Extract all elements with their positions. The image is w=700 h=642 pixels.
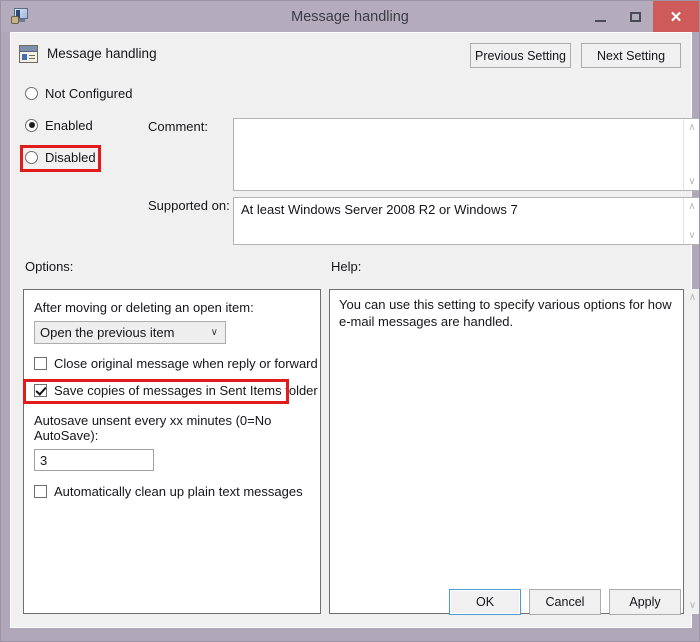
policy-setting-icon [19, 45, 38, 63]
radio-disabled[interactable]: Disabled [19, 147, 149, 167]
autosave-value: 3 [40, 452, 48, 468]
radio-enabled-icon [25, 118, 38, 132]
checkbox-save-copies-icon [34, 384, 47, 397]
autosave-label: Autosave unsent every xx minutes (0=No A… [34, 413, 272, 443]
setting-title: Message handling [47, 46, 157, 61]
autosave-input[interactable]: 3 [34, 449, 154, 471]
window-icon [9, 6, 31, 28]
help-label: Help: [331, 259, 362, 274]
maximize-icon [630, 11, 641, 22]
supported-on-textbox: At least Windows Server 2008 R2 or Windo… [233, 197, 700, 245]
help-scrollbar[interactable]: ∧ ∨ [684, 289, 699, 614]
apply-button[interactable]: Apply [609, 589, 681, 615]
after-move-delete-dropdown[interactable]: Open the previous item ∨ [34, 321, 226, 344]
supported-on-value: At least Windows Server 2008 R2 or Windo… [241, 202, 518, 217]
radio-not-configured-icon [25, 86, 38, 100]
message-handling-window: Message handling ✕ Message handling Prev… [0, 0, 700, 642]
radio-disabled-label: Disabled [45, 149, 96, 165]
radio-not-configured[interactable]: Not Configured [19, 83, 149, 103]
checkbox-save-copies-label: Save copies of messages in Sent Items fo… [54, 383, 318, 398]
supported-on-label: Supported on: [148, 198, 230, 213]
dialog-header: Message handling Previous Setting Next S… [11, 33, 691, 77]
checkbox-clean-plain-text[interactable]: Automatically clean up plain text messag… [34, 481, 310, 502]
scroll-down-icon[interactable]: ∨ [684, 227, 700, 244]
checkbox-close-original-icon [34, 357, 47, 370]
dialog-body: Message handling Previous Setting Next S… [10, 32, 699, 628]
scroll-up-icon[interactable]: ∧ [684, 119, 700, 136]
comment-textbox[interactable]: ∧ ∨ [233, 118, 700, 191]
ok-button[interactable]: OK [449, 589, 521, 615]
dropdown-value: Open the previous item [40, 325, 175, 340]
scroll-up-icon[interactable]: ∧ [684, 289, 699, 306]
radio-enabled[interactable]: Enabled [19, 115, 149, 135]
comment-label: Comment: [148, 119, 208, 134]
cancel-button[interactable]: Cancel [529, 589, 601, 615]
checkbox-clean-plain-text-icon [34, 485, 47, 498]
minimize-button[interactable] [583, 1, 618, 32]
checkbox-clean-plain-text-label: Automatically clean up plain text messag… [54, 484, 303, 499]
chevron-down-icon: ∨ [210, 327, 218, 338]
setting-navigation: Previous Setting Next Setting [470, 43, 681, 68]
help-panel: You can use this setting to specify vari… [329, 289, 684, 614]
dialog-footer: OK Cancel Apply [449, 589, 681, 615]
close-button[interactable]: ✕ [653, 1, 699, 32]
caption-buttons: ✕ [583, 1, 699, 32]
title-bar: Message handling ✕ [1, 1, 699, 32]
help-text: You can use this setting to specify vari… [339, 297, 672, 329]
radio-disabled-icon [25, 150, 38, 164]
next-setting-button[interactable]: Next Setting [581, 43, 681, 68]
options-panel: After moving or deleting an open item: O… [23, 289, 321, 614]
supported-on-scrollbar[interactable]: ∧ ∨ [683, 198, 700, 244]
checkbox-close-original[interactable]: Close original message when reply or for… [34, 353, 318, 374]
radio-not-configured-label: Not Configured [45, 85, 133, 101]
checkbox-save-copies[interactable]: Save copies of messages in Sent Items fo… [34, 380, 318, 401]
dropdown-label: After moving or deleting an open item: [34, 300, 254, 315]
close-icon: ✕ [669, 8, 683, 26]
minimize-icon [595, 19, 606, 22]
scroll-down-icon[interactable]: ∨ [684, 173, 700, 190]
checkbox-close-original-label: Close original message when reply or for… [54, 356, 318, 371]
scroll-down-icon[interactable]: ∨ [684, 597, 699, 614]
state-radio-group: Not Configured Enabled Disabled [19, 83, 149, 179]
comment-value [234, 119, 699, 127]
options-label: Options: [25, 259, 74, 274]
scroll-up-icon[interactable]: ∧ [684, 198, 700, 215]
previous-setting-button[interactable]: Previous Setting [470, 43, 571, 68]
comment-scrollbar[interactable]: ∧ ∨ [683, 119, 700, 190]
maximize-button[interactable] [618, 1, 653, 32]
radio-enabled-label: Enabled [45, 117, 93, 133]
